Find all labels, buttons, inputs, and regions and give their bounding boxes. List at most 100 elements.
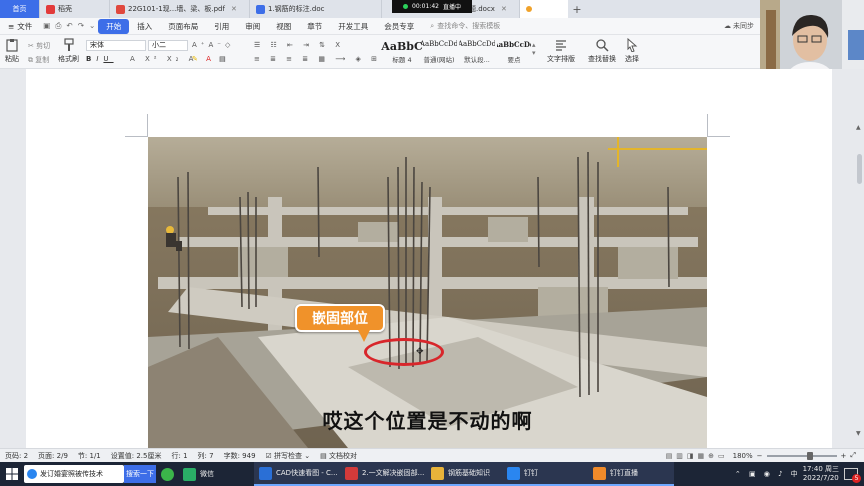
spell-check-label: 拼写检查 [274, 451, 303, 460]
copy-button[interactable]: ⧉ 复制 [28, 55, 49, 65]
status-pages[interactable]: 页面: 2/9 [33, 451, 73, 461]
close-icon[interactable]: ✕ [501, 5, 507, 13]
status-section: 节: 1/1 [77, 451, 101, 460]
taskbar-app-wechat[interactable]: 微信 [178, 462, 254, 486]
font-size-controls[interactable]: A⁺A⁻◇ [192, 41, 234, 49]
add-tab-button[interactable]: + [568, 0, 586, 18]
menu-insert[interactable]: 插入 [129, 21, 160, 32]
tray-icons[interactable]: ⌃ ▣ ◉ ♪ [735, 470, 786, 478]
crop-mark [707, 114, 708, 136]
tab-docer[interactable]: 稻壳 [40, 0, 110, 18]
list-buttons[interactable]: ☰ ☷ ⇤ ⇥ ⇅ Ⅹ [254, 41, 344, 49]
clock[interactable]: 17:40 周三 2022/7/20 [803, 465, 839, 483]
menu-page-layout[interactable]: 页面布局 [160, 21, 206, 32]
scroll-down-icon[interactable]: ▼ [856, 430, 861, 437]
taskbar-search-button[interactable]: 搜索一下 [124, 465, 156, 483]
status-page-code: 页码: 2 [5, 451, 29, 460]
command-search-placeholder: 查找命令、搜索模板 [437, 22, 501, 30]
style-sample: AaBbCcDd [421, 40, 457, 48]
video-subtitle: 哎这个位置是不动的啊 [322, 409, 533, 433]
paste-label: 粘贴 [5, 55, 19, 63]
style-heading4[interactable]: AaBbC 标题 4 [381, 40, 422, 64]
zoom-slider[interactable] [766, 451, 837, 460]
clock-date: 2022/7/20 [802, 474, 839, 482]
view-mode-icons[interactable]: ▤▥◨▦⊕▭ [666, 452, 729, 460]
zoom-out-icon[interactable]: − [757, 452, 763, 460]
zoom-slider-knob[interactable] [806, 451, 813, 460]
taskbar-app-label: CAD快速看图 - C... [276, 469, 338, 477]
font-size-select[interactable]: 小二 [148, 40, 188, 51]
taskbar-search-box[interactable]: 发订婚宴照被传技术 [24, 465, 124, 483]
save-icon[interactable]: ▣ [43, 21, 50, 31]
close-icon[interactable]: ✕ [231, 5, 237, 13]
tab-pdf[interactable]: 22G101-1现...墙、梁、板.pdf ✕ [110, 0, 250, 18]
cut-label: 剪切 [36, 42, 51, 50]
file-menu[interactable]: ≡ 文件 [0, 21, 40, 32]
format-painter-label: 格式刷 [58, 55, 79, 63]
taskbar-app-label: 钉钉 [524, 469, 538, 477]
vertical-scrollbar[interactable]: ▲ ▼ [855, 124, 864, 444]
font-effect-buttons[interactable]: A X² X₂ A [130, 55, 197, 63]
windows-taskbar: 发订婚宴照被传技术 搜索一下 微信 CAD快速看图 - C... 2.一文解决嵌… [0, 462, 864, 486]
taskbar-app-green[interactable] [156, 462, 178, 486]
taskbar-app-dingtalk[interactable]: 钉钉 [502, 462, 588, 486]
styles-scroll[interactable]: ▴ ▾ [532, 41, 536, 57]
zoom-value[interactable]: 180% [733, 452, 753, 460]
scroll-up-icon[interactable]: ▲ [856, 124, 861, 131]
text-layout-button[interactable]: 文字排版 [547, 38, 575, 64]
menu-view[interactable]: 视图 [268, 21, 299, 32]
cut-button[interactable]: ✂ 剪切 [28, 41, 50, 51]
status-words[interactable]: 字数: 949 [219, 451, 261, 461]
select-button[interactable]: 选择 [625, 38, 639, 64]
notification-count: 5 [852, 474, 861, 483]
font-style-buttons[interactable]: BIU [86, 55, 114, 63]
command-search[interactable]: ⌕ 查找命令、搜索模板 [422, 21, 508, 31]
taskbar-app-label: 微信 [200, 470, 214, 478]
format-painter-button[interactable]: 格式刷 [58, 38, 79, 64]
taskbar-app-label: 钢筋基础知识 [448, 469, 490, 477]
status-col: 列: 7 [197, 451, 214, 460]
scroll-thumb[interactable] [857, 154, 862, 184]
find-replace-button[interactable]: 查找替换 [588, 38, 616, 64]
style-key-point[interactable]: AaBbCcDd 要点 [497, 40, 531, 64]
start-button[interactable] [0, 462, 24, 486]
zoom-in-icon[interactable]: + [841, 452, 847, 460]
ime-indicator[interactable]: 中 [791, 469, 798, 479]
style-name: 标题 4 [392, 56, 412, 64]
style-normal-web[interactable]: AaBbCcDd 普通(网站) [421, 40, 457, 64]
pdf-icon [116, 4, 125, 14]
color-buttons[interactable]: ✎ A ▤ [192, 55, 229, 63]
font-name-select[interactable]: 宋体 [86, 40, 146, 51]
menu-home[interactable]: 开始 [98, 18, 130, 34]
redo-icon[interactable]: ↷ [78, 21, 84, 31]
construction-site-photo[interactable] [148, 137, 707, 448]
paste-button[interactable]: 粘贴 [5, 38, 19, 64]
text-layout-label: 文字排版 [547, 55, 575, 63]
menu-member[interactable]: 会员专享 [376, 21, 422, 32]
menu-review[interactable]: 审阅 [237, 21, 268, 32]
undo-icon[interactable]: ↶ [66, 21, 72, 31]
taskbar-app-dingtalk-live[interactable]: 钉钉直播 [588, 462, 674, 486]
menu-references[interactable]: 引用 [206, 21, 237, 32]
sync-status[interactable]: ☁ 未同步 [724, 21, 760, 31]
menu-section[interactable]: 章节 [299, 21, 330, 32]
print-icon[interactable]: ⎙ [55, 21, 61, 31]
chevron-down-icon[interactable]: ⌄ [89, 21, 95, 31]
wechat-icon [183, 467, 196, 481]
taskbar-app-folder[interactable]: 钢筋基础知识 [426, 462, 502, 486]
find-replace-label: 查找替换 [588, 55, 616, 63]
align-buttons[interactable]: ≡ ≣ ≡ ≣ ▦ ⟶ ◈ ⊞ [254, 55, 381, 63]
taskbar-app-cad[interactable]: CAD快速看图 - C... [254, 462, 340, 486]
tab-doc-1[interactable]: 1.钢筋的标注.doc [250, 0, 382, 18]
proofread-button[interactable]: ▤ 文档校对 [315, 451, 362, 461]
spell-check-button[interactable]: ☑ 拼写检查 ⌄ [261, 451, 316, 461]
menu-developer[interactable]: 开发工具 [330, 21, 376, 32]
tab-home[interactable]: 首页 [0, 0, 40, 18]
fit-page-icon[interactable]: ⤢ [850, 451, 856, 460]
style-default-para[interactable]: AaBbCcDd 默认段... [459, 40, 495, 64]
taskbar-app-doc[interactable]: 2.一文解决嵌固部... [340, 462, 426, 486]
magnifier-icon [596, 39, 609, 52]
crop-mark [125, 136, 148, 137]
taskbar-app-label: 钉钉直播 [610, 469, 638, 477]
notification-button[interactable]: 5 [844, 468, 861, 483]
